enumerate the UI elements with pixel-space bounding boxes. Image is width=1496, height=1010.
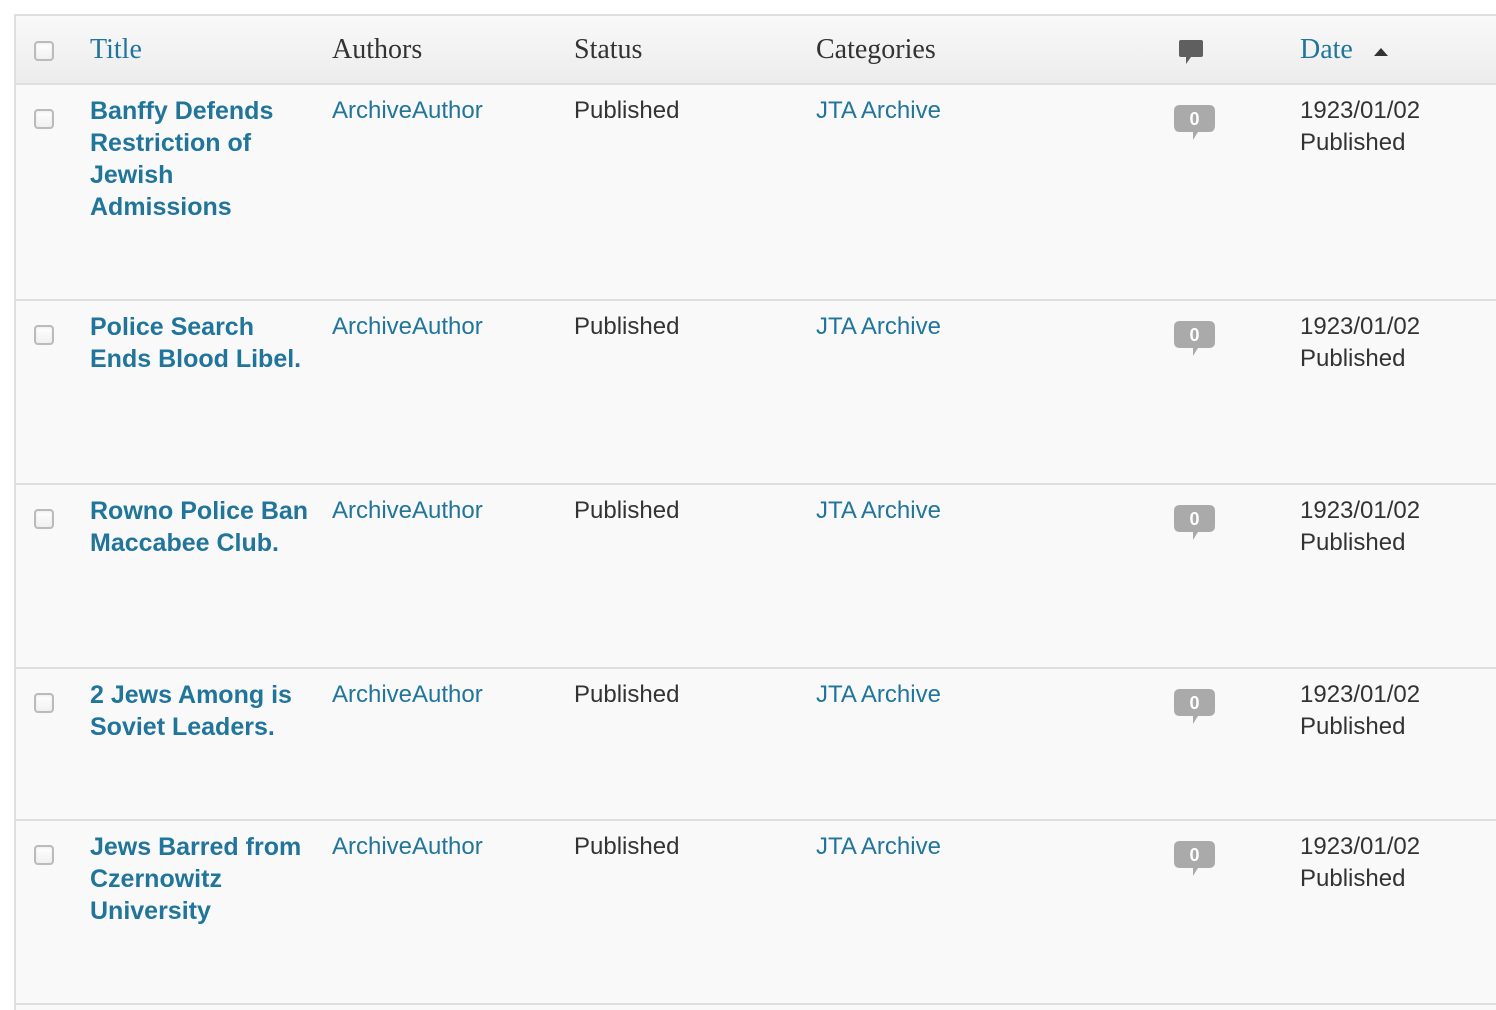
table-row-partial (16, 1005, 1496, 1010)
date-text: 1923/01/02 (1300, 833, 1421, 860)
date-status-text: Published (1300, 529, 1406, 556)
comment-count-text: 0 (1189, 693, 1199, 713)
date-status-text: Published (1300, 345, 1406, 372)
category-link[interactable]: JTA Archive (816, 311, 941, 343)
category-link[interactable]: JTA Archive (816, 679, 941, 711)
status-text: Published (574, 313, 680, 340)
posts-table: Title Authors Status Categories Date Ban… (14, 14, 1496, 1010)
date-text: 1923/01/02 (1300, 97, 1421, 124)
date-status-text: Published (1300, 865, 1406, 892)
column-header-authors: Authors (332, 34, 423, 65)
author-link[interactable]: ArchiveAuthor (332, 95, 483, 127)
author-link[interactable]: ArchiveAuthor (332, 679, 483, 711)
table-header: Title Authors Status Categories Date (16, 16, 1496, 85)
table-row: Jews Barred from Czernowitz University Ar… (16, 821, 1496, 1005)
date-text: 1923/01/02 (1300, 681, 1421, 708)
comment-count-text: 0 (1189, 509, 1199, 529)
comment-count-text: 0 (1189, 109, 1199, 129)
comment-count-bubble[interactable]: 0 (1174, 505, 1215, 547)
post-title-link[interactable]: Police Search Ends Blood Libel. (90, 311, 312, 375)
column-header-status: Status (574, 34, 643, 65)
post-title-link[interactable]: Jews Barred from Czernowitz University (90, 831, 312, 927)
date-cell: 1923/01/02 Published (1300, 495, 1420, 559)
row-checkbox[interactable] (34, 845, 54, 865)
comment-count-bubble[interactable]: 0 (1174, 105, 1215, 147)
date-status-text: Published (1300, 713, 1406, 740)
select-all-checkbox[interactable] (34, 41, 54, 61)
category-link[interactable]: JTA Archive (816, 95, 941, 127)
table-row: 2 Jews Among is Soviet Leaders. ArchiveAu… (16, 669, 1496, 821)
date-cell: 1923/01/02 Published (1300, 831, 1420, 895)
comment-count-bubble[interactable]: 0 (1174, 689, 1215, 731)
status-text: Published (574, 681, 680, 708)
post-title-link[interactable]: 2 Jews Among is Soviet Leaders. (90, 679, 312, 743)
comment-count-bubble[interactable]: 0 (1174, 321, 1215, 363)
post-title-link[interactable]: Banffy Defends Restriction of Jewish Adm… (90, 95, 312, 223)
row-checkbox[interactable] (34, 325, 54, 345)
date-text: 1923/01/02 (1300, 497, 1421, 524)
row-checkbox[interactable] (34, 109, 54, 129)
post-title-link[interactable]: Rowno Police Ban Maccabee Club. (90, 495, 312, 559)
date-status-text: Published (1300, 129, 1406, 156)
category-link[interactable]: JTA Archive (816, 495, 941, 527)
status-text: Published (574, 97, 680, 124)
column-header-date[interactable]: Date (1300, 34, 1353, 66)
posts-list-screen: Title Authors Status Categories Date Ban… (0, 0, 1496, 1010)
category-link[interactable]: JTA Archive (816, 831, 941, 863)
table-row: Police Search Ends Blood Libel. ArchiveAu… (16, 301, 1496, 485)
comment-count-text: 0 (1189, 845, 1199, 865)
date-cell: 1923/01/02 Published (1300, 95, 1420, 159)
comment-count-bubble[interactable]: 0 (1174, 841, 1215, 883)
column-header-title[interactable]: Title (90, 34, 142, 66)
comment-icon[interactable] (1179, 40, 1203, 65)
table-row: Rowno Police Ban Maccabee Club. ArchiveAu… (16, 485, 1496, 669)
row-checkbox[interactable] (34, 509, 54, 529)
column-header-categories: Categories (816, 34, 936, 65)
date-text: 1923/01/02 (1300, 313, 1421, 340)
comment-count-text: 0 (1189, 325, 1199, 345)
author-link[interactable]: ArchiveAuthor (332, 311, 483, 343)
status-text: Published (574, 497, 680, 524)
date-cell: 1923/01/02 Published (1300, 311, 1420, 375)
status-text: Published (574, 833, 680, 860)
date-cell: 1923/01/02 Published (1300, 679, 1420, 743)
sort-ascending-arrow-icon[interactable] (1374, 48, 1388, 56)
author-link[interactable]: ArchiveAuthor (332, 831, 483, 863)
row-checkbox[interactable] (34, 693, 54, 713)
table-row: Banffy Defends Restriction of Jewish Adm… (16, 85, 1496, 301)
author-link[interactable]: ArchiveAuthor (332, 495, 483, 527)
